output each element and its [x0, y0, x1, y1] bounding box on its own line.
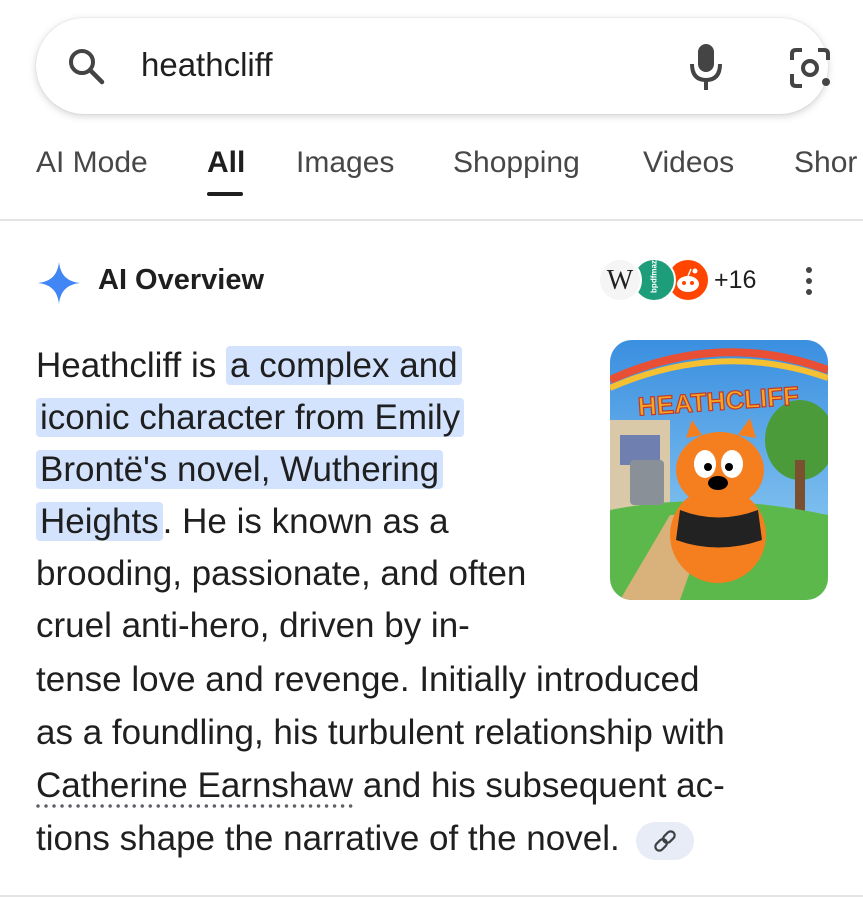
- search-tabs: AI Mode All Images Shopping Videos Shor: [0, 140, 863, 218]
- more-options-icon[interactable]: [800, 264, 818, 304]
- heathcliff-cartoon-thumbnail[interactable]: HEATHCLIFF: [610, 340, 828, 600]
- search-bar[interactable]: heathcliff: [36, 18, 830, 114]
- microphone-icon[interactable]: [688, 42, 724, 92]
- wikipedia-icon: W: [598, 258, 642, 302]
- tab-images[interactable]: Images: [296, 146, 394, 180]
- overview-line: Catherine Earnshaw and his subsequent ac…: [36, 766, 725, 805]
- overview-line: as a foundling, his turbulent relationsh…: [36, 713, 725, 752]
- overview-line: brooding, passionate, and often: [36, 554, 527, 593]
- link-icon: [653, 829, 676, 852]
- bottom-divider: [0, 895, 863, 897]
- ai-overview-title: AI Overview: [98, 264, 265, 296]
- citation-link-button[interactable]: [635, 821, 694, 860]
- ai-overview-header: AI Overview W bpdfmaz +16: [0, 250, 863, 310]
- search-icon: [69, 49, 105, 85]
- highlighted-text: a complex and: [226, 346, 462, 385]
- sparkle-icon: [38, 262, 80, 304]
- tab-videos[interactable]: Videos: [643, 146, 734, 180]
- search-input[interactable]: heathcliff: [141, 43, 272, 87]
- more-sources-count: +16: [714, 266, 757, 294]
- tab-ai-mode[interactable]: AI Mode: [36, 146, 148, 180]
- source-avatars[interactable]: W bpdfmaz +16: [598, 256, 768, 306]
- tabs-divider: [0, 219, 863, 221]
- tab-all[interactable]: All: [207, 146, 245, 180]
- camera-lens-icon[interactable]: [786, 46, 834, 90]
- highlighted-text: Brontë's novel, Wuthering: [36, 450, 444, 489]
- overview-line: tions shape the narrative of the novel.: [36, 813, 694, 865]
- overview-line: Heights. He is known as a: [36, 496, 449, 548]
- overview-line: cruel anti-hero, driven by in-: [36, 606, 470, 645]
- wikipedia-letter: W: [606, 265, 634, 296]
- overview-line: iconic character from Emily: [36, 392, 465, 444]
- overview-line: Heathcliff is a complex and: [36, 340, 462, 392]
- tab-shopping[interactable]: Shopping: [453, 146, 580, 180]
- active-tab-indicator: [207, 192, 243, 196]
- highlighted-text: iconic character from Emily: [36, 398, 465, 437]
- overview-line: Brontë's novel, Wuthering: [36, 444, 444, 496]
- tab-shorts[interactable]: Shor: [794, 146, 857, 180]
- overview-line: tense love and revenge. Initially introd…: [36, 660, 700, 699]
- catherine-earnshaw-link[interactable]: Catherine Earnshaw: [36, 766, 353, 805]
- source-badge-label: bpdfmaz: [649, 260, 659, 293]
- highlighted-text: Heights: [36, 502, 163, 541]
